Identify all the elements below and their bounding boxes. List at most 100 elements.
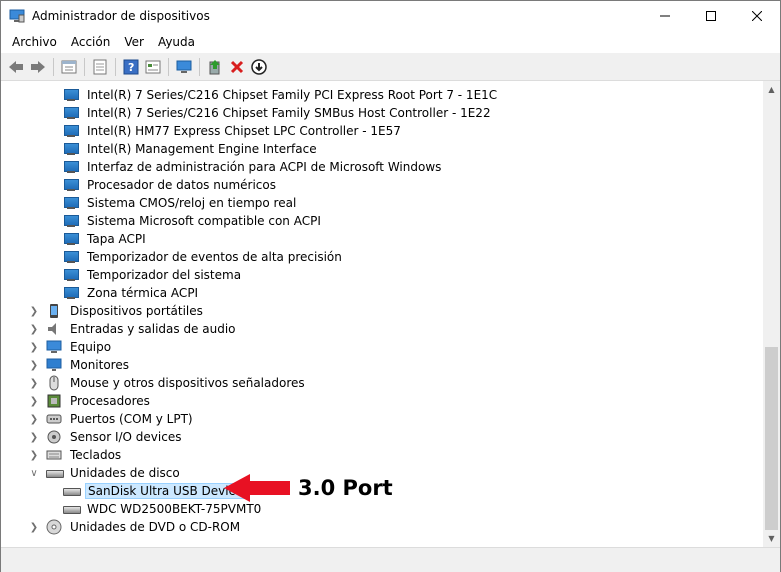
toolbar-separator: [53, 58, 54, 76]
expand-chevron-icon[interactable]: ❯: [29, 392, 39, 410]
system-device-icon: [63, 213, 79, 229]
tree-item-system-device[interactable]: Intel(R) 7 Series/C216 Chipset Family SM…: [1, 104, 499, 122]
svg-text:?: ?: [128, 61, 134, 74]
tree-item-label: Temporizador de eventos de alta precisió…: [87, 250, 342, 264]
system-device-icon: [63, 195, 79, 211]
tree-item-system-device[interactable]: Temporizador del sistema: [1, 266, 499, 284]
annotation-arrow-icon: [224, 474, 290, 502]
tree-category-label: Teclados: [70, 448, 122, 462]
tree-category[interactable]: ❯ Procesadores: [1, 392, 499, 410]
uninstall-icon[interactable]: [226, 56, 248, 78]
expand-chevron-icon[interactable]: ❯: [29, 428, 39, 446]
tree-item-label: WDC WD2500BEKT-75PVMT0: [87, 502, 262, 516]
audio-icon: [46, 321, 62, 337]
disable-icon[interactable]: [248, 56, 270, 78]
tree-item-system-device[interactable]: Intel(R) 7 Series/C216 Chipset Family PC…: [1, 86, 499, 104]
back-icon[interactable]: [5, 56, 27, 78]
close-button[interactable]: [734, 1, 780, 31]
menu-archivo[interactable]: Archivo: [5, 35, 64, 49]
tree-item-label: Intel(R) Management Engine Interface: [87, 142, 317, 156]
toolbar-separator: [168, 58, 169, 76]
tree-item-label: Procesador de datos numéricos: [87, 178, 276, 192]
properties-icon[interactable]: [58, 56, 80, 78]
collapse-chevron-icon[interactable]: ∨: [29, 464, 39, 482]
tree-item-label: Interfaz de administración para ACPI de …: [87, 160, 442, 174]
monitor-icon[interactable]: [173, 56, 195, 78]
system-device-icon: [63, 105, 79, 121]
forward-icon[interactable]: [27, 56, 49, 78]
expand-chevron-icon[interactable]: ❯: [29, 356, 39, 374]
tree-category-label: Unidades de DVD o CD-ROM: [70, 520, 241, 534]
show-hidden-icon[interactable]: [89, 56, 111, 78]
update-driver-icon[interactable]: [204, 56, 226, 78]
tree-category-label: Unidades de disco: [70, 466, 180, 480]
expand-chevron-icon[interactable]: ❯: [29, 374, 39, 392]
tree-item-label: Tapa ACPI: [87, 232, 146, 246]
status-bar: [1, 547, 780, 572]
port-icon: [46, 411, 62, 427]
system-device-icon: [63, 177, 79, 193]
system-device-icon: [63, 159, 79, 175]
system-device-icon: [63, 87, 79, 103]
system-device-icon: [63, 141, 79, 157]
toolbar-separator: [84, 58, 85, 76]
expand-chevron-icon[interactable]: ❯: [29, 410, 39, 428]
window-title: Administrador de dispositivos: [32, 9, 210, 23]
tree-item-system-device[interactable]: Tapa ACPI: [1, 230, 499, 248]
expand-chevron-icon[interactable]: ❯: [29, 302, 39, 320]
expand-chevron-icon[interactable]: ❯: [29, 320, 39, 338]
tree-category[interactable]: ❯ Puertos (COM y LPT): [1, 410, 499, 428]
tree-item-label: Sistema CMOS/reloj en tiempo real: [87, 196, 297, 210]
tree-category[interactable]: ❯ Sensor I/O devices: [1, 428, 499, 446]
menu-accion[interactable]: Acción: [64, 35, 117, 49]
tree-category-dvd[interactable]: ❯ Unidades de DVD o CD-ROM: [1, 518, 499, 536]
expand-chevron-icon[interactable]: ❯: [29, 338, 39, 356]
tree-category[interactable]: ❯ Entradas y salidas de audio: [1, 320, 499, 338]
scroll-up-icon[interactable]: ▲: [763, 81, 780, 98]
tree-item-label: Temporizador del sistema: [87, 268, 242, 282]
portable-device-icon: [46, 303, 62, 319]
annotation-label: 3.0 Port: [298, 476, 393, 500]
tree-item-system-device[interactable]: Intel(R) Management Engine Interface: [1, 140, 499, 158]
keyboard-icon: [46, 447, 62, 463]
expand-chevron-icon[interactable]: ❯: [29, 446, 39, 464]
tree-category[interactable]: ❯ Equipo: [1, 338, 499, 356]
tree-item-system-device[interactable]: Sistema CMOS/reloj en tiempo real: [1, 194, 499, 212]
toolbar: ?: [1, 54, 780, 81]
tree-item-system-device[interactable]: Procesador de datos numéricos: [1, 176, 499, 194]
help-icon[interactable]: ?: [120, 56, 142, 78]
tree-category[interactable]: ❯ Teclados: [1, 446, 499, 464]
tree-item-label: Intel(R) 7 Series/C216 Chipset Family PC…: [87, 88, 498, 102]
menu-ayuda[interactable]: Ayuda: [151, 35, 202, 49]
computer-icon: [46, 339, 62, 355]
maximize-button[interactable]: [688, 1, 734, 31]
tree-category-label: Monitores: [70, 358, 129, 372]
tree-category[interactable]: ❯ Dispositivos portátiles: [1, 302, 499, 320]
monitor-icon: [46, 357, 62, 373]
scroll-thumb[interactable]: [765, 347, 778, 530]
scroll-down-icon[interactable]: ▼: [763, 530, 780, 547]
tree-category[interactable]: ❯ Monitores: [1, 356, 499, 374]
vertical-scrollbar[interactable]: ▲ ▼: [763, 81, 780, 547]
tree-category[interactable]: ❯ Mouse y otros dispositivos señaladores: [1, 374, 499, 392]
tree-category-label: Puertos (COM y LPT): [70, 412, 193, 426]
tree-category-label: Equipo: [70, 340, 112, 354]
tree-item-system-device[interactable]: Temporizador de eventos de alta precisió…: [1, 248, 499, 266]
system-device-icon: [63, 285, 79, 301]
expand-chevron-icon[interactable]: ❯: [29, 518, 39, 536]
disk-icon: [63, 483, 81, 499]
system-device-icon: [63, 267, 79, 283]
tree-item-system-device[interactable]: Interfaz de administración para ACPI de …: [1, 158, 499, 176]
view-icon[interactable]: [142, 56, 164, 78]
tree-category-label: Dispositivos portátiles: [70, 304, 203, 318]
tree-item-label: Intel(R) 7 Series/C216 Chipset Family SM…: [87, 106, 491, 120]
system-device-icon: [63, 123, 79, 139]
tree-item-system-device[interactable]: Zona térmica ACPI: [1, 284, 499, 302]
tree-item-system-device[interactable]: Intel(R) HM77 Express Chipset LPC Contro…: [1, 122, 499, 140]
minimize-button[interactable]: [642, 1, 688, 31]
device-manager-app-icon: [9, 8, 25, 24]
toolbar-separator: [115, 58, 116, 76]
tree-item-system-device[interactable]: Sistema Microsoft compatible con ACPI: [1, 212, 499, 230]
dvd-icon: [46, 519, 62, 535]
menu-ver[interactable]: Ver: [117, 35, 151, 49]
